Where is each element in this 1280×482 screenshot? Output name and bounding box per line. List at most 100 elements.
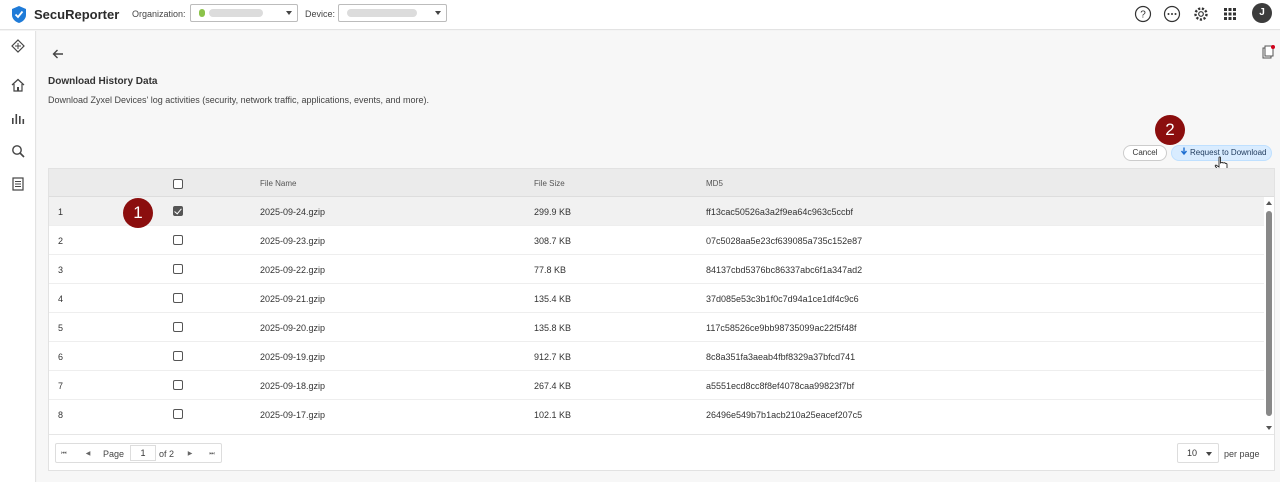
analytics-icon[interactable] [10,110,26,126]
file-name: 2025-09-23.gzip [260,236,326,246]
column-header-file-size[interactable]: File Size [534,179,565,188]
cancel-button[interactable]: Cancel [1123,145,1167,161]
page-label: Page [103,449,125,459]
row-index: 7 [58,381,64,391]
row-checkbox[interactable] [173,322,183,332]
table-row[interactable]: 8 2025-09-17.gzip 102.1 KB 26496e549b7b1… [49,400,1264,434]
step-badge-2: 2 [1155,115,1185,145]
md5-hash: ff13cac50526a3a2f9ea64c963c5ccbf [706,207,853,217]
user-avatar[interactable]: J [1252,3,1272,23]
request-label: Request to Download [1190,148,1267,157]
scroll-thumb[interactable] [1266,211,1272,416]
file-size: 135.8 KB [534,323,572,333]
file-size: 77.8 KB [534,265,567,275]
row-checkbox[interactable] [173,409,183,419]
row-checkbox[interactable] [173,351,183,361]
page-number-input[interactable]: 1 [130,445,156,461]
table-header: File Name File Size MD5 [49,169,1274,197]
org-status-icon [199,9,205,17]
apps-grid-icon[interactable] [1221,5,1239,23]
prev-page-icon[interactable]: ◀ [83,449,93,459]
table-scrollbar[interactable] [1264,197,1274,434]
md5-hash: 26496e549b7b1acb210a25eacef207c5 [706,410,863,420]
table-row[interactable]: 4 2025-09-21.gzip 135.4 KB 37d085e53c3b1… [49,284,1264,313]
notification-dot [1271,45,1275,49]
help-icon[interactable]: ? [1134,5,1152,23]
device-select[interactable] [338,4,447,22]
row-index: 2 [58,236,64,246]
row-checkbox[interactable] [173,206,183,216]
table-row[interactable]: 7 2025-09-18.gzip 267.4 KB a5551ecd8cc8f… [49,371,1264,400]
more-icon[interactable] [1163,5,1181,23]
network-icon[interactable] [10,38,26,54]
home-icon[interactable] [10,77,26,93]
device-label: Device: [305,9,336,19]
file-name: 2025-09-21.gzip [260,294,326,304]
download-icon [1180,147,1188,156]
sidebar [0,31,36,482]
search-icon[interactable] [10,143,26,159]
row-checkbox[interactable] [173,293,183,303]
row-checkbox[interactable] [173,380,183,390]
app-name: SecuReporter [34,7,120,22]
row-index: 8 [58,410,64,420]
file-name: 2025-09-17.gzip [260,410,326,420]
row-index: 1 [58,207,64,217]
row-index: 4 [58,294,64,304]
file-name: 2025-09-24.gzip [260,207,326,217]
org-name-redacted [209,9,263,17]
md5-hash: a5551ecd8cc8f8ef4078caa99823f7bf [706,381,855,391]
svg-text:?: ? [1140,10,1146,21]
page-title: Download History Data [48,76,158,87]
chevron-down-icon [1206,452,1212,456]
md5-hash: 117c58526ce9bb98735099ac22f5f48f [706,323,857,333]
row-index: 5 [58,323,64,333]
first-page-icon[interactable]: ⏮ [59,449,69,459]
back-arrow-icon[interactable] [51,47,65,61]
report-icon[interactable] [10,176,26,192]
organization-select[interactable] [190,4,298,22]
per-page-select[interactable]: 10 [1177,443,1219,463]
file-size: 912.7 KB [534,352,572,362]
last-page-icon[interactable]: ⏭ [207,449,217,459]
per-page-value: 10 [1187,448,1198,458]
secureporter-logo-icon[interactable] [10,5,28,24]
step-badge-1: 1 [123,198,153,228]
table-row[interactable]: 6 2025-09-19.gzip 912.7 KB 8c8a351fa3aea… [49,342,1264,371]
chevron-down-icon [286,11,292,15]
page-count: of 2 [159,449,175,459]
row-index: 6 [58,352,64,362]
next-page-icon[interactable]: ▶ [185,449,195,459]
select-all-checkbox[interactable] [173,179,183,189]
table-row[interactable]: 3 2025-09-22.gzip 77.8 KB 84137cbd5376bc… [49,255,1264,284]
scroll-up-icon[interactable] [1266,201,1272,205]
file-size: 308.7 KB [534,236,572,246]
device-name-redacted [347,9,417,17]
column-header-md5[interactable]: MD5 [706,179,723,188]
notes-icon[interactable] [1261,45,1275,59]
md5-hash: 37d085e53c3b1f0c7d94a1ce1df4c9c6 [706,294,859,304]
file-name: 2025-09-19.gzip [260,352,326,362]
table-row[interactable]: 5 2025-09-20.gzip 135.8 KB 117c58526ce9b… [49,313,1264,342]
file-name: 2025-09-20.gzip [260,323,326,333]
row-index: 3 [58,265,64,275]
column-header-file-name[interactable]: File Name [260,179,296,188]
file-size: 267.4 KB [534,381,572,391]
table-row[interactable]: 1 2025-09-24.gzip 299.9 KB ff13cac50526a… [49,197,1264,226]
file-size: 135.4 KB [534,294,572,304]
row-checkbox[interactable] [173,235,183,245]
gear-icon[interactable] [1192,5,1210,23]
md5-hash: 8c8a351fa3aeab4fbf8329a37bfcd741 [706,352,856,362]
file-size: 102.1 KB [534,410,572,420]
organization-label: Organization: [132,9,186,19]
page-navigator: ⏮ ◀ Page 1 of 2 ▶ ⏭ [55,443,222,463]
scroll-down-icon[interactable] [1266,426,1272,430]
file-name: 2025-09-18.gzip [260,381,326,391]
per-page-label: per page [1224,449,1260,459]
page-subtitle: Download Zyxel Devices' log activities (… [48,95,430,105]
md5-hash: 07c5028aa5e23cf639085a735c152e87 [706,236,863,246]
table-row[interactable]: 2 2025-09-23.gzip 308.7 KB 07c5028aa5e23… [49,226,1264,255]
file-size: 299.9 KB [534,207,572,217]
chevron-down-icon [435,11,441,15]
row-checkbox[interactable] [173,264,183,274]
